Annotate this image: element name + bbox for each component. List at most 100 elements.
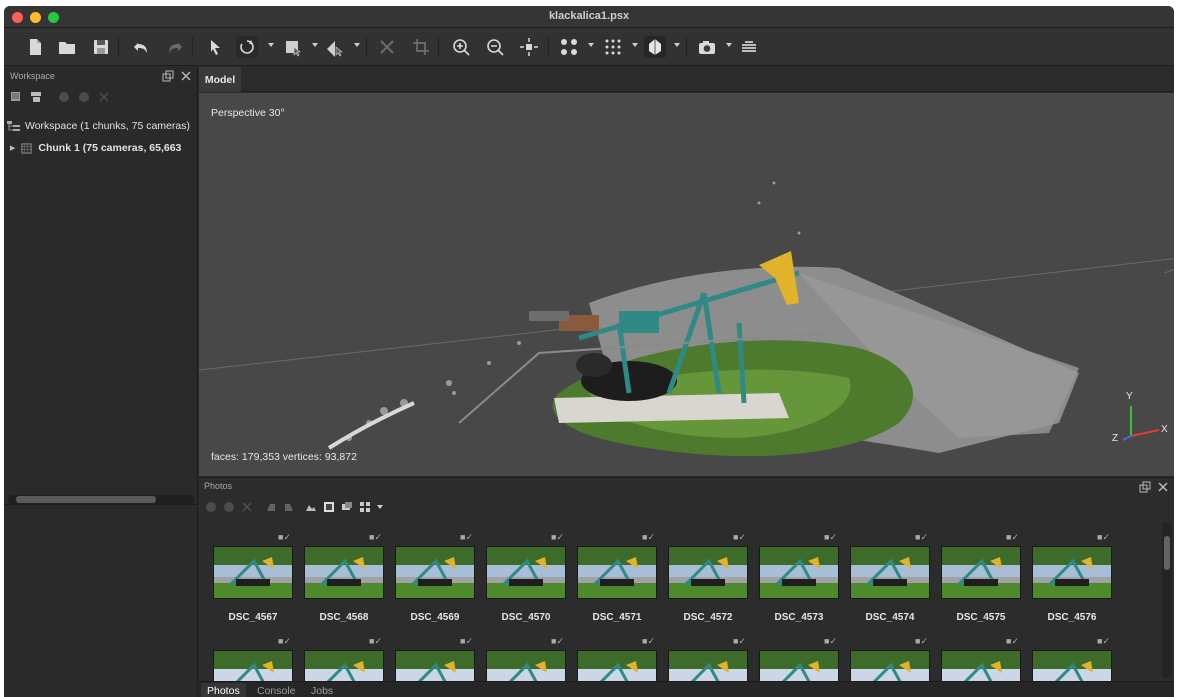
tab-photos[interactable]: Photos xyxy=(201,683,246,697)
photo-thumbnail[interactable]: ■✓ xyxy=(759,636,839,682)
photo-image xyxy=(759,546,839,599)
photo-thumbnail[interactable]: ■✓ DSC_4571 xyxy=(577,532,657,623)
model-shaded-icon[interactable] xyxy=(644,36,666,58)
redo-icon[interactable] xyxy=(164,36,186,58)
disable-camera-icon[interactable] xyxy=(223,501,235,513)
photo-thumbnail[interactable]: ■✓ DSC_4575 xyxy=(941,532,1021,623)
undock-photos-panel-icon[interactable] xyxy=(1139,481,1151,493)
add-chunk-icon[interactable] xyxy=(10,91,22,103)
model-viewport[interactable]: Perspective 30° faces: 179,353 vertices:… xyxy=(199,93,1174,476)
photo-aligned-check-icon: ■✓ xyxy=(642,636,655,646)
photo-thumbnail[interactable]: ■✓ xyxy=(486,636,566,682)
camera-icon[interactable] xyxy=(696,36,718,58)
tab-jobs[interactable]: Jobs xyxy=(305,683,339,697)
photo-aligned-check-icon: ■✓ xyxy=(915,532,928,542)
view-mode-grid-icon[interactable] xyxy=(359,501,371,513)
photo-label: DSC_4569 xyxy=(410,612,460,623)
photo-label: DSC_4568 xyxy=(319,612,369,623)
photo-aligned-check-icon: ■✓ xyxy=(824,532,837,542)
reset-view-icon[interactable] xyxy=(518,36,540,58)
tab-console[interactable]: Console xyxy=(251,683,302,697)
photo-info-icon[interactable] xyxy=(341,501,353,513)
remove-item-icon[interactable] xyxy=(78,91,90,103)
open-folder-icon[interactable] xyxy=(56,36,78,58)
photo-thumbnail[interactable]: ■✓ DSC_4570 xyxy=(486,532,566,623)
workspace-tree-icon xyxy=(7,121,20,131)
axis-x-label: X xyxy=(1161,424,1168,435)
delete-item-icon[interactable] xyxy=(98,91,110,103)
axis-y-label: Y xyxy=(1126,391,1133,402)
expand-arrow-icon[interactable]: ▶ xyxy=(10,144,15,152)
photo-thumbnail[interactable]: ■✓ xyxy=(668,636,748,682)
photo-thumbnail[interactable]: ■✓ DSC_4576 xyxy=(1032,532,1112,623)
rotate-object-icon[interactable] xyxy=(236,36,258,58)
photo-thumbnail[interactable]: ■✓ DSC_4572 xyxy=(668,532,748,623)
crop-selection-icon[interactable] xyxy=(410,36,432,58)
enable-camera-icon[interactable] xyxy=(205,501,217,513)
tab-model[interactable]: Model xyxy=(199,67,241,92)
close-photos-panel-icon[interactable] xyxy=(1157,481,1169,493)
photo-aligned-check-icon: ■✓ xyxy=(642,532,655,542)
photo-thumbnail[interactable]: ■✓ xyxy=(941,636,1021,682)
photo-image xyxy=(577,650,657,682)
photo-image xyxy=(577,546,657,599)
undo-icon[interactable] xyxy=(130,36,152,58)
image-view-icon[interactable] xyxy=(323,501,335,513)
photo-image xyxy=(395,546,475,599)
add-photos-icon[interactable] xyxy=(30,91,42,103)
photo-thumbnail[interactable]: ■✓ xyxy=(304,636,384,682)
photo-aligned-check-icon: ■✓ xyxy=(733,532,746,542)
workspace-panel-title: Workspace xyxy=(10,71,55,81)
photos-panel: Photos ■✓ DSC_4567 ■✓ DSC_4568 ■✓ DSC_4569 ■✓ D… xyxy=(199,477,1174,682)
photo-aligned-check-icon: ■✓ xyxy=(824,636,837,646)
photo-thumbnail[interactable]: ■✓ DSC_4569 xyxy=(395,532,475,623)
new-document-icon[interactable] xyxy=(24,36,46,58)
rotate-left-icon[interactable] xyxy=(265,501,277,513)
zoom-out-icon[interactable] xyxy=(484,36,506,58)
photo-aligned-check-icon: ■✓ xyxy=(551,636,564,646)
window-title: klackalica1.psx xyxy=(548,10,630,22)
photo-thumbnail[interactable]: ■✓ xyxy=(577,636,657,682)
axis-z-label: Z xyxy=(1112,433,1119,444)
photo-thumbnail[interactable]: ■✓ DSC_4568 xyxy=(304,532,384,623)
close-panel-icon[interactable] xyxy=(180,70,192,82)
photo-image xyxy=(304,650,384,682)
tree-item-chunk-1[interactable]: ▶ Chunk 1 (75 cameras, 65,663 xyxy=(4,139,198,157)
shape-tool-icon[interactable] xyxy=(324,36,346,58)
rectangle-selection-icon[interactable] xyxy=(282,36,304,58)
undock-panel-icon[interactable] xyxy=(162,70,174,82)
rotate-right-icon[interactable] xyxy=(283,501,295,513)
photo-aligned-check-icon: ■✓ xyxy=(278,532,291,542)
dense-cloud-icon[interactable] xyxy=(602,36,624,58)
photo-image xyxy=(941,546,1021,599)
show-layers-icon[interactable] xyxy=(738,36,760,58)
delete-selection-icon[interactable] xyxy=(376,36,398,58)
photo-thumbnail[interactable]: ■✓ xyxy=(1032,636,1112,682)
photo-image xyxy=(759,650,839,682)
tree-item-workspace[interactable]: Workspace (1 chunks, 75 cameras) xyxy=(4,117,198,135)
photo-image xyxy=(850,650,930,682)
photo-thumbnail[interactable]: ■✓ DSC_4574 xyxy=(850,532,930,623)
workspace-horizontal-scrollbar[interactable] xyxy=(8,495,194,504)
photo-aligned-check-icon: ■✓ xyxy=(915,636,928,646)
point-cloud-icon[interactable] xyxy=(558,36,580,58)
photo-image xyxy=(1032,546,1112,599)
add-marker-icon[interactable] xyxy=(58,91,70,103)
photo-thumbnail[interactable]: ■✓ DSC_4573 xyxy=(759,532,839,623)
remove-camera-icon[interactable] xyxy=(241,501,253,513)
photo-thumbnail[interactable]: ■✓ xyxy=(850,636,930,682)
navigation-arrow-icon[interactable] xyxy=(204,36,226,58)
photo-thumbnail[interactable]: ■✓ xyxy=(213,636,293,682)
image-mask-icon[interactable] xyxy=(305,501,317,513)
photo-label: DSC_4575 xyxy=(956,612,1006,623)
model-tab-bar: Model xyxy=(199,67,1174,92)
tree-item-workspace-label: Workspace (1 chunks, 75 cameras) xyxy=(25,120,190,132)
photos-vertical-scrollbar[interactable] xyxy=(1162,522,1172,678)
zoom-in-icon[interactable] xyxy=(450,36,472,58)
photo-thumbnail[interactable]: ■✓ DSC_4567 xyxy=(213,532,293,623)
photo-thumbnail[interactable]: ■✓ xyxy=(395,636,475,682)
photo-label: DSC_4576 xyxy=(1047,612,1097,623)
photo-label: DSC_4571 xyxy=(592,612,642,623)
save-icon[interactable] xyxy=(90,36,112,58)
bottom-tab-bar: Photos Console Jobs xyxy=(199,681,1174,697)
